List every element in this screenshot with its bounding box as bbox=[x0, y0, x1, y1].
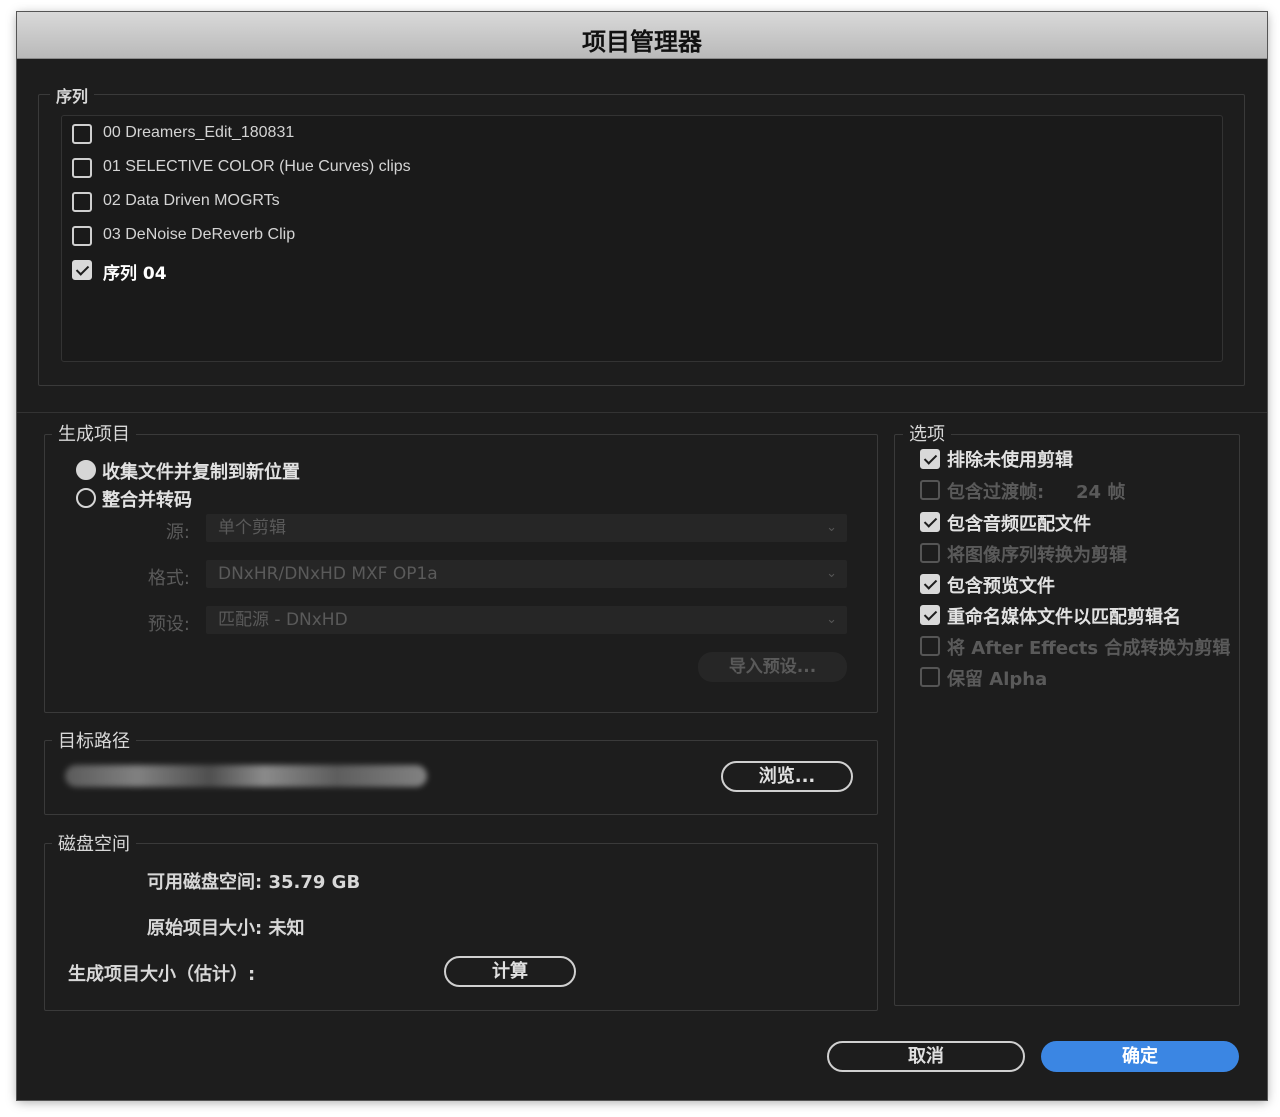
sequence-0-label: 00 Dreamers_Edit_180831 bbox=[103, 124, 295, 141]
include-audio-conform-label: 包含音频匹配文件 bbox=[947, 514, 1091, 535]
chevron-down-icon: ⌄ bbox=[826, 612, 837, 627]
sequence-3-label: 03 DeNoise DeReverb Clip bbox=[103, 226, 296, 243]
cancel-button[interactable]: 取消 bbox=[827, 1041, 1025, 1072]
preserve-alpha-label: 保留 Alpha bbox=[947, 669, 1048, 690]
preserve-alpha-checkbox[interactable] bbox=[920, 667, 940, 687]
sequence-3-checkbox[interactable] bbox=[72, 226, 92, 246]
options-section-label: 选项 bbox=[903, 420, 951, 446]
title-bar[interactable]: 项目管理器 bbox=[17, 12, 1267, 59]
preset-dropdown[interactable]: 匹配源 - DNxHD ⌄ bbox=[206, 606, 847, 634]
consolidate-radio-label: 整合并转码 bbox=[102, 490, 192, 511]
window-title: 项目管理器 bbox=[582, 28, 702, 56]
sequence-2-label: 02 Data Driven MOGRTs bbox=[103, 192, 280, 209]
generate-section-label: 生成项目 bbox=[52, 420, 136, 446]
sequence-list[interactable]: 00 Dreamers_Edit_180831 01 SELECTIVE COL… bbox=[61, 115, 1223, 362]
exclude-unused-label: 排除未使用剪辑 bbox=[947, 450, 1073, 471]
collect-radio[interactable] bbox=[76, 460, 96, 480]
available-disk-space: 可用磁盘空间: 35.79 GB bbox=[147, 872, 361, 893]
rename-media-checkbox[interactable] bbox=[920, 605, 940, 625]
rename-media-label: 重命名媒体文件以匹配剪辑名 bbox=[947, 607, 1181, 628]
browse-button[interactable]: 浏览... bbox=[721, 761, 853, 792]
preset-value: 匹配源 - DNxHD bbox=[218, 610, 348, 630]
convert-ae-comps-label: 将 After Effects 合成转换为剪辑 bbox=[947, 638, 1231, 659]
preset-label: 预设: bbox=[147, 614, 190, 635]
target-section-label: 目标路径 bbox=[52, 727, 136, 753]
import-preset-button[interactable]: 导入预设... bbox=[698, 652, 847, 682]
exclude-unused-checkbox[interactable] bbox=[920, 449, 940, 469]
sequence-0-checkbox[interactable] bbox=[72, 124, 92, 144]
include-audio-conform-checkbox[interactable] bbox=[920, 512, 940, 532]
format-dropdown[interactable]: DNxHR/DNxHD MXF OP1a ⌄ bbox=[206, 560, 847, 588]
convert-image-sequences-checkbox[interactable] bbox=[920, 543, 940, 563]
consolidate-radio[interactable] bbox=[76, 488, 96, 508]
include-preview-label: 包含预览文件 bbox=[947, 576, 1055, 597]
sequence-section-label: 序列 bbox=[50, 83, 95, 107]
source-value: 单个剪辑 bbox=[218, 518, 286, 538]
source-label: 源: bbox=[165, 522, 190, 543]
collect-radio-label: 收集文件并复制到新位置 bbox=[102, 462, 300, 483]
handle-frames-value: 24 帧 bbox=[1076, 482, 1126, 503]
estimated-project-size: 生成项目大小（估计）: bbox=[68, 964, 256, 985]
sequence-1-checkbox[interactable] bbox=[72, 158, 92, 178]
section-divider bbox=[17, 412, 1267, 413]
format-label: 格式: bbox=[147, 568, 190, 589]
ok-button[interactable]: 确定 bbox=[1041, 1041, 1239, 1072]
include-handles-label: 包含过渡帧: bbox=[947, 482, 1045, 503]
target-path-blurred bbox=[65, 765, 427, 787]
sequence-4-checkbox[interactable] bbox=[72, 260, 92, 280]
original-project-size: 原始项目大小: 未知 bbox=[147, 918, 305, 939]
include-preview-checkbox[interactable] bbox=[920, 574, 940, 594]
disk-section-label: 磁盘空间 bbox=[52, 830, 136, 856]
sequence-1-label: 01 SELECTIVE COLOR (Hue Curves) clips bbox=[103, 158, 411, 175]
convert-image-sequences-label: 将图像序列转换为剪辑 bbox=[947, 545, 1127, 566]
calculate-button[interactable]: 计算 bbox=[444, 956, 576, 987]
format-value: DNxHR/DNxHD MXF OP1a bbox=[218, 564, 438, 584]
chevron-down-icon: ⌄ bbox=[826, 520, 837, 535]
chevron-down-icon: ⌄ bbox=[826, 566, 837, 581]
project-manager-window: 项目管理器 序列 00 Dreamers_Edit_180831 01 SELE… bbox=[17, 12, 1267, 1100]
convert-ae-comps-checkbox[interactable] bbox=[920, 636, 940, 656]
sequence-2-checkbox[interactable] bbox=[72, 192, 92, 212]
sequence-4-label: 序列 04 bbox=[103, 264, 167, 284]
include-handles-checkbox[interactable] bbox=[920, 480, 940, 500]
source-dropdown[interactable]: 单个剪辑 ⌄ bbox=[206, 514, 847, 542]
